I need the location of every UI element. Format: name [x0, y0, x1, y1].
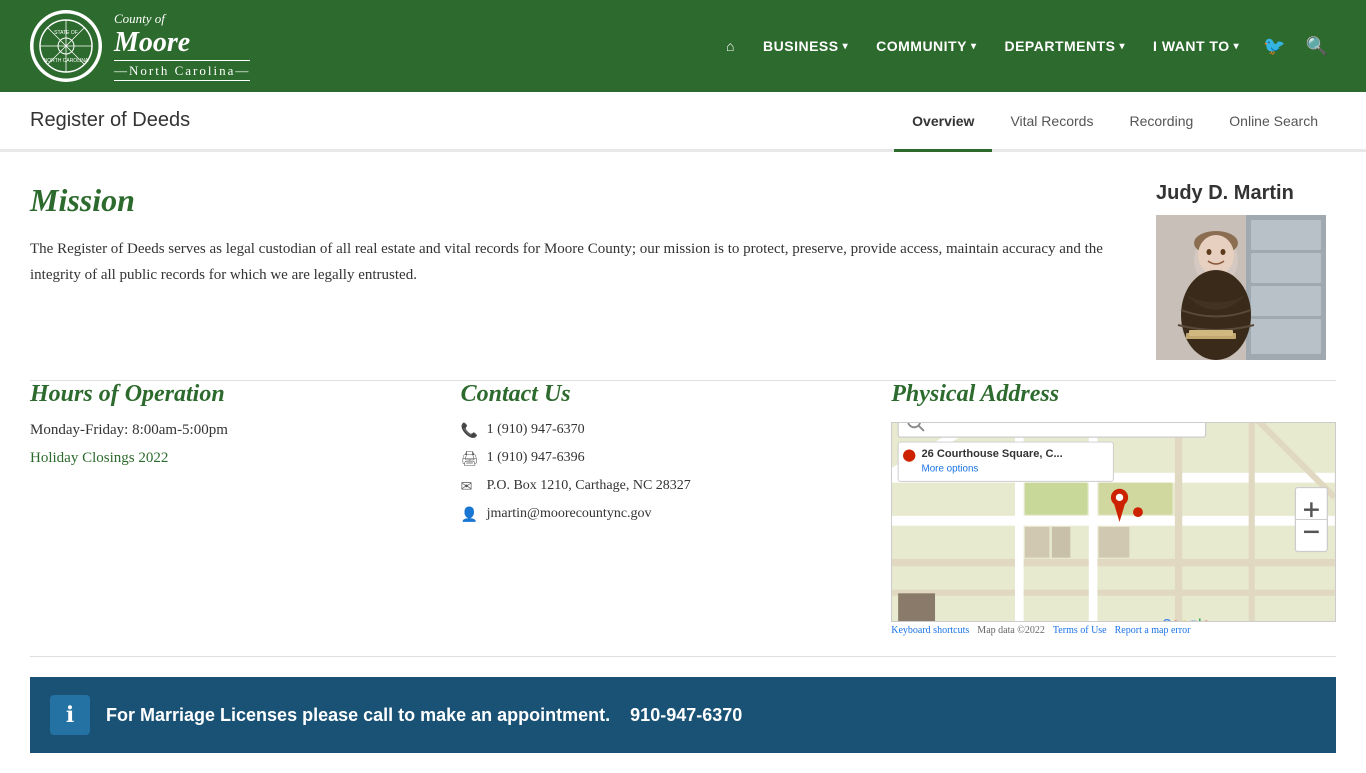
contact-address: ✉ P.O. Box 1210, Carthage, NC 28327 — [461, 478, 832, 496]
mail-icon: ✉ — [461, 479, 477, 496]
content-left: Mission The Register of Deeds serves as … — [30, 182, 1116, 360]
svg-text:o: o — [1173, 618, 1180, 621]
tab-vital-records[interactable]: Vital Records — [992, 93, 1111, 152]
user-icon: 👤 — [461, 507, 477, 524]
community-caret: ▾ — [971, 41, 977, 52]
search-icon[interactable]: 🔍 — [1298, 28, 1336, 65]
banner-text: For Marriage Licenses please call to mak… — [106, 705, 610, 726]
contact-phone: 📞 1 (910) 947-6370 — [461, 422, 832, 440]
main-nav: ⌂ BUSINESS ▾ COMMUNITY ▾ DEPARTMENTS ▾ I… — [714, 28, 1336, 65]
marriage-banner: ℹ For Marriage Licenses please call to m… — [30, 677, 1336, 753]
svg-text:G: G — [1163, 618, 1172, 621]
official-name: Judy D. Martin — [1156, 182, 1336, 205]
contact-email: 👤 jmartin@moorecountync.gov — [461, 506, 832, 524]
content-right: Judy D. Martin — [1156, 182, 1336, 360]
info-icon: ℹ — [66, 702, 74, 728]
svg-text:o: o — [1181, 618, 1188, 621]
logo-area[interactable]: STATE OF NORTH CAROLINA County of Moore … — [30, 10, 250, 82]
hours-schedule: Monday-Friday: 8:00am-5:00pm — [30, 422, 401, 439]
svg-text:More options: More options — [922, 464, 979, 475]
banner-icon: ℹ — [50, 695, 90, 735]
mission-body: The Register of Deeds serves as legal cu… — [30, 237, 1116, 288]
mission-title: Mission — [30, 182, 1116, 219]
nav-departments[interactable]: DEPARTMENTS ▾ — [992, 30, 1137, 62]
logo-text: County of Moore —North Carolina— — [114, 11, 250, 82]
nav-community[interactable]: COMMUNITY ▾ — [864, 30, 988, 62]
svg-text:STATE OF: STATE OF — [54, 30, 78, 36]
home-icon: ⌂ — [726, 38, 735, 54]
iwantto-caret: ▾ — [1234, 41, 1240, 52]
svg-text:e: e — [1203, 618, 1209, 621]
svg-text:NORTH CAROLINA: NORTH CAROLINA — [44, 58, 89, 64]
physical-title: Physical Address — [891, 381, 1336, 408]
tab-overview[interactable]: Overview — [894, 93, 992, 152]
page-title: Register of Deeds — [30, 93, 190, 148]
subheader: Register of Deeds Overview Vital Records… — [0, 92, 1366, 152]
banner-phone: 910-947-6370 — [630, 705, 742, 726]
bottom-sections: Hours of Operation Monday-Friday: 8:00am… — [0, 381, 1366, 656]
nav-i-want-to[interactable]: I WANT TO ▾ — [1141, 30, 1251, 62]
site-header: STATE OF NORTH CAROLINA County of Moore … — [0, 0, 1366, 92]
contact-title: Contact Us — [461, 381, 832, 408]
phone-icon: 📞 — [461, 423, 477, 440]
tab-online-search[interactable]: Online Search — [1211, 93, 1336, 152]
twitter-icon[interactable]: 🐦 — [1255, 28, 1293, 65]
hours-section: Hours of Operation Monday-Friday: 8:00am… — [30, 381, 431, 636]
svg-text:26 Courthouse Square, C...: 26 Courthouse Square, C... — [922, 448, 1063, 460]
sub-tabs: Overview Vital Records Recording Online … — [894, 93, 1336, 149]
physical-section: Physical Address — [861, 381, 1336, 636]
svg-text:g: g — [1190, 618, 1197, 621]
business-caret: ▾ — [843, 41, 849, 52]
bottom-divider — [30, 656, 1336, 657]
tab-recording[interactable]: Recording — [1111, 93, 1211, 152]
hours-title: Hours of Operation — [30, 381, 401, 408]
contact-fax: 🖨 1 (910) 947-6396 — [461, 450, 832, 468]
fax-icon: 🖨 — [461, 451, 477, 468]
map-container[interactable]: 26 Courthouse Square, C... More options … — [891, 422, 1336, 622]
official-photo — [1156, 215, 1326, 360]
logo-circle: STATE OF NORTH CAROLINA — [30, 10, 102, 82]
nav-home[interactable]: ⌂ — [714, 30, 747, 62]
holiday-link[interactable]: Holiday Closings 2022 — [30, 450, 168, 466]
map-footer: Keyboard shortcuts Map data ©2022 Terms … — [891, 625, 1336, 636]
main-content: Mission The Register of Deeds serves as … — [0, 152, 1366, 380]
nav-business[interactable]: BUSINESS ▾ — [751, 30, 860, 62]
svg-text:l: l — [1198, 618, 1201, 621]
departments-caret: ▾ — [1120, 41, 1126, 52]
contact-section: Contact Us 📞 1 (910) 947-6370 🖨 1 (910) … — [431, 381, 862, 636]
